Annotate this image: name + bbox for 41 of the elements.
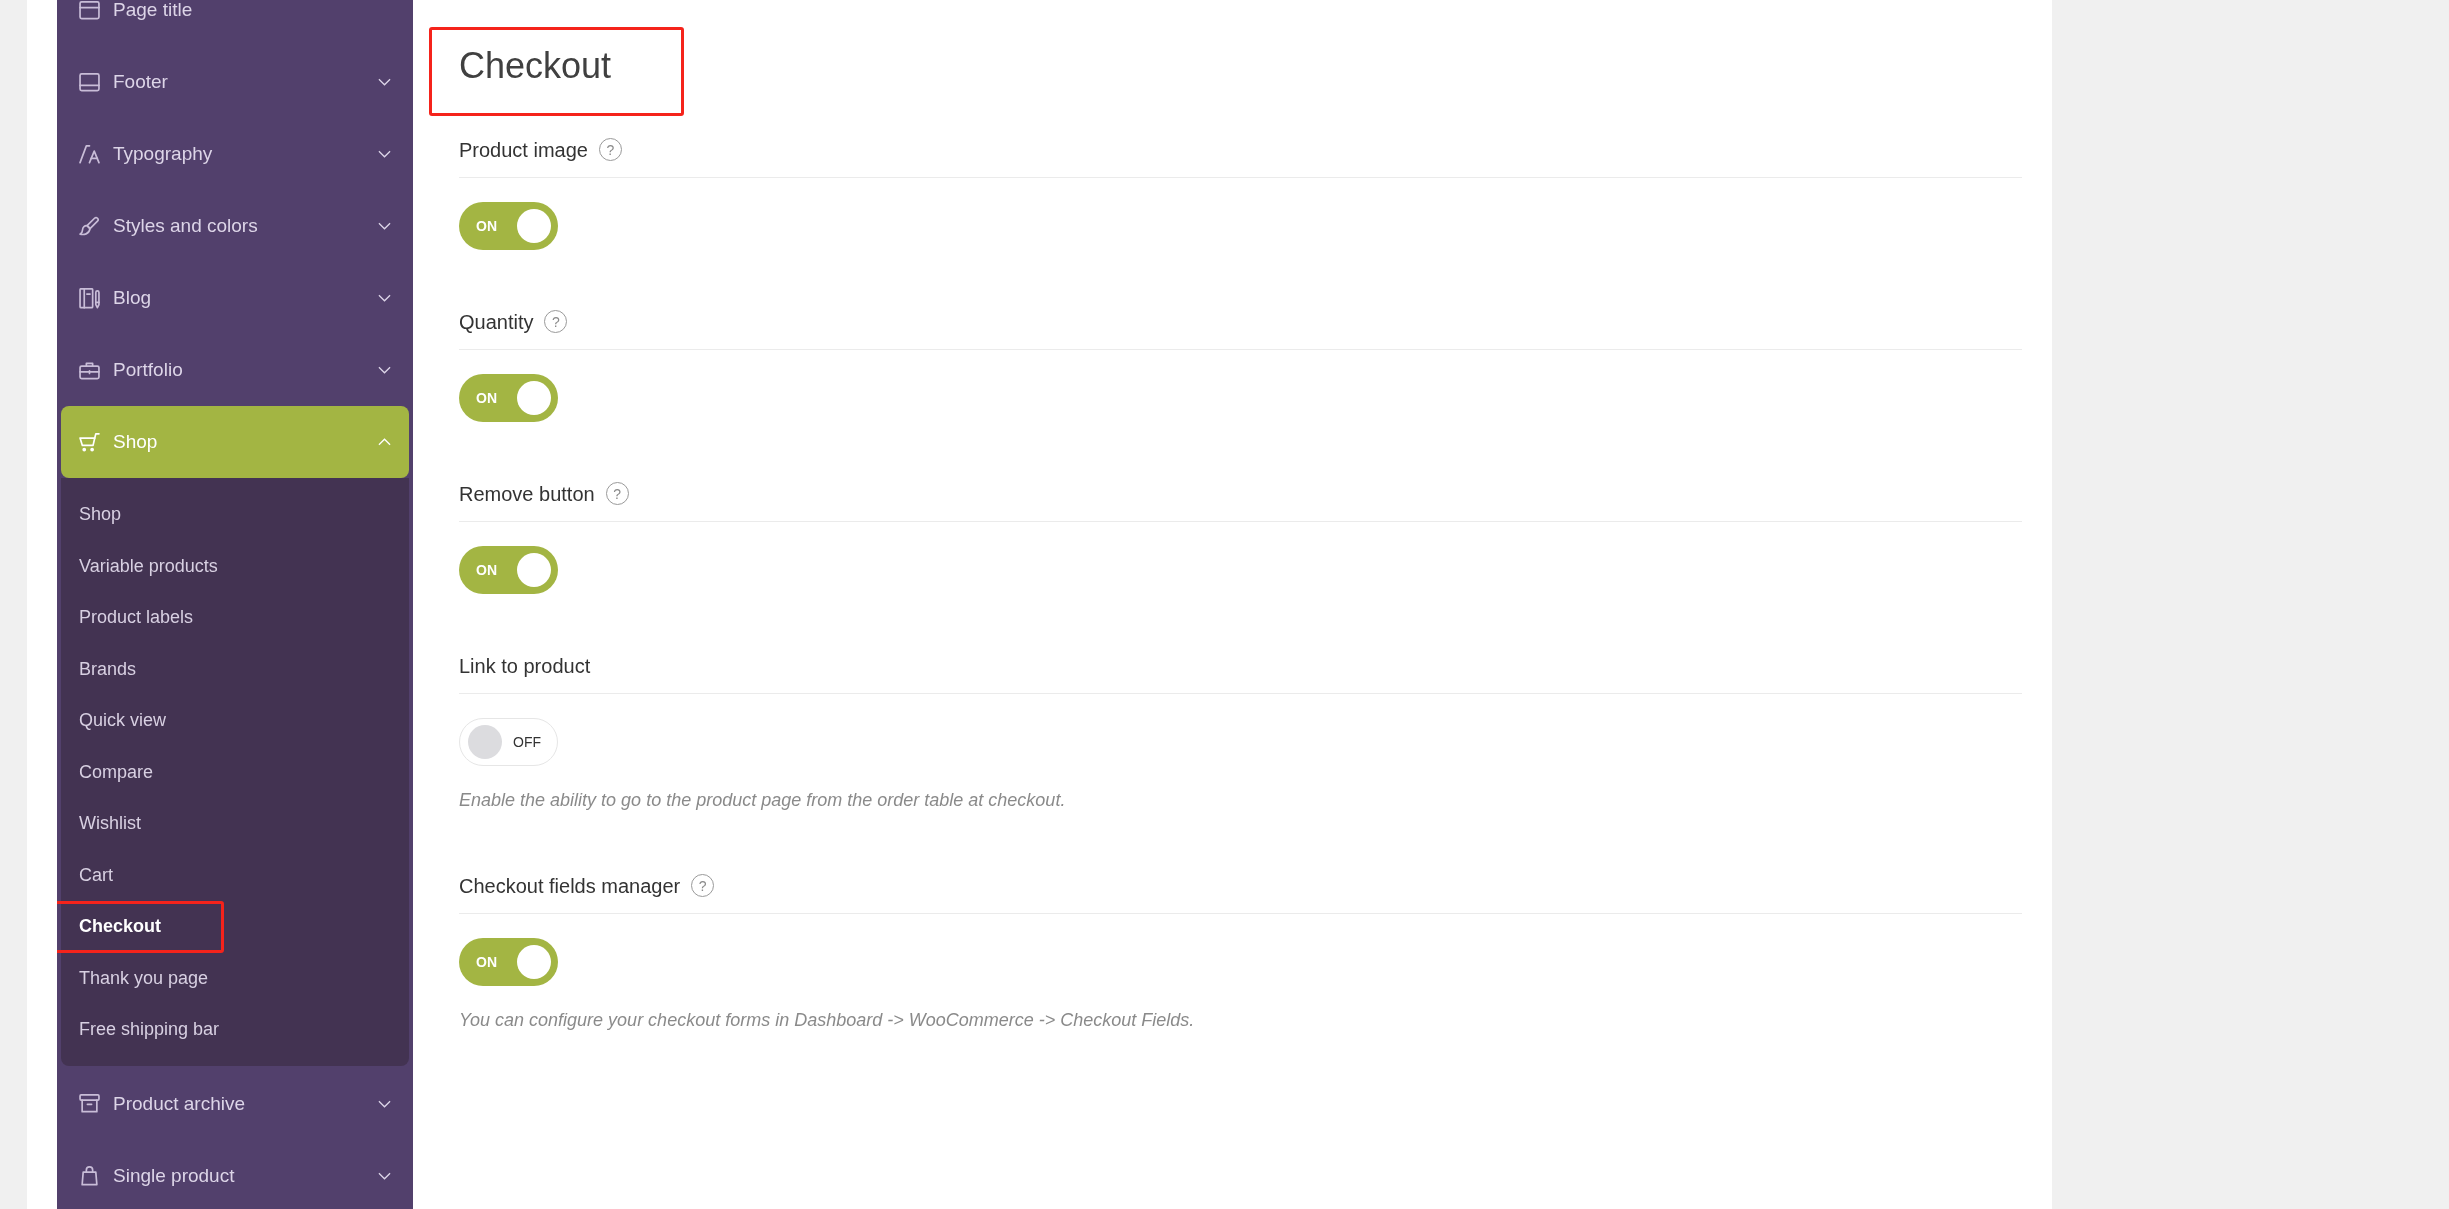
toggle-knob <box>517 209 551 243</box>
setting-label: Quantity <box>459 309 534 335</box>
submenu-item[interactable]: Cart <box>61 849 123 901</box>
sidebar-item[interactable]: Product archive <box>61 1067 409 1140</box>
archive-box-icon <box>79 1093 100 1114</box>
sidebar-item[interactable]: Single product <box>61 1139 409 1209</box>
toggle-knob <box>517 553 551 587</box>
setting-description: You can configure your checkout forms in Dashboard -> WooCommerce -> Checkout Fields. <box>459 1009 1196 1032</box>
submenu-item[interactable]: Variable products <box>61 540 228 592</box>
font-icon <box>79 143 100 165</box>
sidebar-item[interactable]: Blog <box>61 262 409 334</box>
toggle-knob <box>468 725 502 759</box>
setting-label: Checkout fields manager <box>459 873 681 899</box>
notebook-pencil-icon <box>79 287 100 309</box>
sidebar-item[interactable]: Footer <box>61 46 409 118</box>
submenu-item[interactable]: Shop <box>61 489 132 541</box>
submenu-item[interactable]: Product labels <box>61 592 204 644</box>
submenu-item[interactable]: Thank you page <box>61 952 219 1004</box>
submenu-item[interactable]: Checkout <box>61 901 171 953</box>
layout-footer-icon <box>79 71 100 93</box>
submenu-item[interactable]: Free shipping bar <box>61 1004 230 1056</box>
setting-label: Link to product <box>459 653 591 679</box>
cart-icon <box>79 431 100 453</box>
sidebar-item[interactable]: Typography <box>61 118 409 190</box>
setting-description: Enable the ability to go to the product page from the order table at checkout. <box>459 789 1067 812</box>
toggle-knob <box>517 945 551 979</box>
toggle-switch[interactable]: OFF <box>459 718 558 766</box>
sidebar-item[interactable]: Portfolio <box>61 334 409 406</box>
submenu-item[interactable]: Quick view <box>61 695 177 747</box>
submenu-item[interactable]: Brands <box>61 643 147 695</box>
setting-label: Product image <box>459 137 588 163</box>
window-icon <box>79 0 100 21</box>
brush-icon <box>79 215 100 237</box>
shopping-bag-icon <box>79 1165 100 1186</box>
submenu-item[interactable]: Wishlist <box>61 798 151 850</box>
sidebar-item[interactable]: Page title <box>61 0 409 46</box>
page-heading: Checkout <box>459 44 612 88</box>
submenu-item[interactable]: Compare <box>61 746 164 798</box>
setting-label: Remove button <box>459 481 595 507</box>
toggle-knob <box>517 381 551 415</box>
sidebar-item[interactable]: Styles and colors <box>61 190 409 262</box>
